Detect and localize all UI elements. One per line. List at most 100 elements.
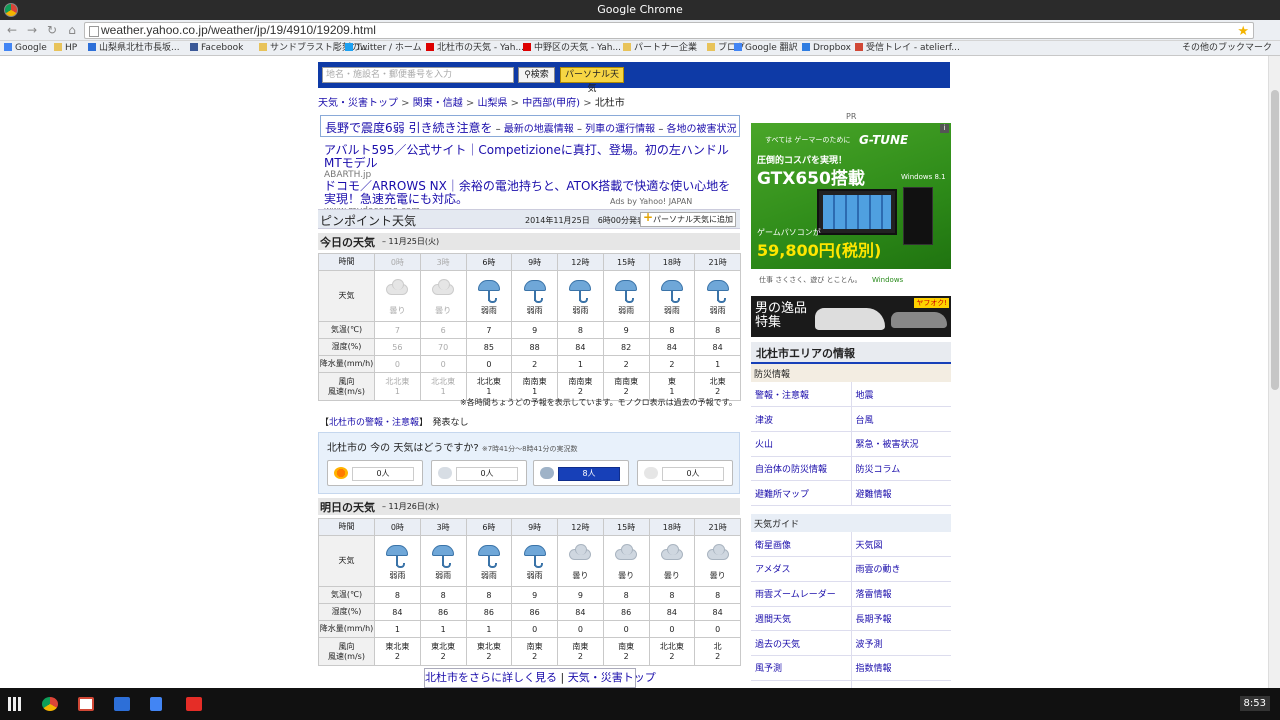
- area-cell: 火山: [751, 431, 852, 457]
- umbrella-icon: [613, 278, 639, 306]
- area-link[interactable]: 雨雲ズームレーダー: [755, 590, 836, 600]
- breadcrumb-link[interactable]: 関東・信越: [413, 98, 463, 109]
- bookmark-item[interactable]: 山梨県北杜市長坂...: [88, 42, 180, 55]
- pinpoint-date: 2014年11月25日 6時00分発表: [525, 216, 645, 225]
- snowy-vote-button[interactable]: 0人: [637, 460, 733, 486]
- area-cell: 自治体の防災情報: [751, 456, 852, 482]
- alert-link-train[interactable]: 列車の運行情報: [585, 124, 655, 135]
- bookmark-item[interactable]: Google 翻訳: [734, 42, 798, 55]
- forecast-cell: 15時: [602, 518, 650, 536]
- forecast-cell: 7: [465, 321, 513, 339]
- ad-info-icon[interactable]: i: [940, 124, 949, 133]
- area-link[interactable]: 避難所マップ: [755, 490, 809, 500]
- area-link[interactable]: 地震: [856, 391, 874, 401]
- chrome-taskbar-icon[interactable]: [42, 697, 58, 711]
- area-link[interactable]: 避難情報: [856, 490, 892, 500]
- breadcrumb-link[interactable]: 山梨県: [478, 98, 508, 109]
- umbrella-icon: [567, 278, 593, 306]
- sunny-vote-button[interactable]: 0人: [327, 460, 423, 486]
- forecast-cell: 北北東 2: [648, 637, 696, 666]
- area-link[interactable]: 防災コラム: [856, 465, 901, 475]
- weather-label: 曇り: [663, 570, 680, 580]
- back-icon[interactable]: ←: [4, 23, 20, 37]
- forecast-cell: 弱雨: [694, 270, 741, 322]
- weather-label: 弱雨: [526, 570, 543, 580]
- forward-icon[interactable]: →: [24, 23, 40, 37]
- bookmark-item[interactable]: 中野区の天気 - Yah...: [523, 42, 621, 55]
- area-link[interactable]: 警報・注意報: [755, 391, 809, 401]
- gtune-banner-ad[interactable]: i すべては ゲーマーのために G-TUNE 圧倒的コスパを実現！ GTX650…: [751, 123, 951, 290]
- area-link[interactable]: アメダス: [755, 565, 791, 575]
- rainy-vote-button[interactable]: 8人: [533, 460, 629, 486]
- youtube-taskbar-icon[interactable]: [186, 697, 202, 711]
- scrollbar-thumb[interactable]: [1271, 90, 1279, 390]
- bookmark-item[interactable]: Google: [4, 42, 47, 55]
- area-link[interactable]: 緊急・被害状況: [856, 440, 919, 450]
- reload-icon[interactable]: ↻: [44, 23, 60, 37]
- bookmark-item[interactable]: パートナー企業: [623, 42, 697, 55]
- forecast-cell: 8: [648, 586, 696, 604]
- area-link[interactable]: 波予測: [856, 640, 883, 650]
- area-link[interactable]: 天気図: [856, 541, 883, 551]
- area-link[interactable]: 火山: [755, 440, 773, 450]
- area-link[interactable]: 津波: [755, 416, 773, 426]
- umbrella-stem: [533, 290, 543, 303]
- row-label: 風向 風速(m/s): [318, 637, 375, 666]
- weather-top-link[interactable]: 天気・災害トップ: [568, 671, 656, 684]
- ad-link-abarth[interactable]: アバルト595／公式サイト｜Competizioneに真打、登場。初の左ハンドル…: [324, 143, 729, 170]
- umbrella-stem: [533, 555, 543, 568]
- area-link[interactable]: 雨雲の動き: [856, 565, 901, 575]
- warning-line: 【北杜市の警報・注意報】 発表なし: [320, 418, 469, 428]
- forecast-cell: 70: [419, 338, 467, 356]
- bookmark-star-icon[interactable]: ★: [1237, 23, 1249, 38]
- bookmark-item[interactable]: Facebook: [190, 42, 243, 55]
- ad-price: 59,800円(税別): [757, 241, 882, 260]
- bookmark-item[interactable]: 北杜市の天気 - Yah...: [426, 42, 524, 55]
- google-search-taskbar-icon[interactable]: [114, 697, 130, 711]
- bookmark-item[interactable]: Twitter / ホーム: [345, 42, 422, 55]
- breadcrumb-link[interactable]: 天気・災害トップ: [318, 98, 398, 109]
- address-bar[interactable]: weather.yahoo.co.jp/weather/jp/19/4910/1…: [84, 22, 1254, 39]
- other-bookmarks[interactable]: その他のブックマーク: [1182, 42, 1272, 55]
- area-link[interactable]: 落雷情報: [856, 590, 892, 600]
- warning-link[interactable]: 北杜市の警報・注意報: [329, 418, 419, 428]
- docs-taskbar-icon[interactable]: [150, 697, 162, 711]
- more-detail-link[interactable]: 北杜市をさらに詳しく見る: [425, 671, 557, 684]
- ad-text: 男の逸品特集: [755, 301, 808, 330]
- personal-weather-button[interactable]: パーソナル天気: [560, 67, 624, 94]
- area-info-title: 北杜市エリアの情報: [751, 342, 951, 364]
- home-icon[interactable]: ⌂: [64, 23, 80, 37]
- area-link[interactable]: 指数情報: [856, 664, 892, 674]
- area-link[interactable]: 衛星画像: [755, 541, 791, 551]
- breadcrumb-link[interactable]: 中西部(甲府): [522, 98, 580, 109]
- bookmark-icon: [54, 43, 62, 51]
- bookmark-item[interactable]: 受信トレイ - atelierf...: [855, 42, 960, 55]
- search-button[interactable]: ⚲検索: [518, 67, 555, 83]
- cloudy-vote-button[interactable]: 0人: [431, 460, 527, 486]
- rain-icon: [540, 467, 554, 479]
- area-link[interactable]: 風予測: [755, 664, 782, 674]
- umbrella-icon: [522, 278, 548, 306]
- area-link[interactable]: 台風: [856, 416, 874, 426]
- alert-link-damage[interactable]: 各地の被害状況: [667, 124, 737, 135]
- app-launcher-icon[interactable]: [8, 697, 22, 711]
- gmail-taskbar-icon[interactable]: [78, 697, 94, 711]
- breadcrumb-separator: >: [398, 98, 413, 109]
- bookmark-item[interactable]: HP: [54, 42, 77, 55]
- area-link[interactable]: 長期予報: [856, 615, 892, 625]
- forecast-cell: 18時: [648, 518, 696, 536]
- area-link[interactable]: 過去の天気: [755, 640, 800, 650]
- area-link[interactable]: 自治体の防災情報: [755, 465, 827, 475]
- alert-title-link[interactable]: 長野で震度6弱 引き続き注意を: [325, 121, 492, 135]
- add-personal-button[interactable]: パーソナル天気に追加: [640, 211, 736, 227]
- auction-banner-ad[interactable]: 男の逸品特集 ヤフオク!: [751, 296, 951, 337]
- yahuoku-badge: ヤフオク!: [914, 298, 949, 308]
- page-scrollbar[interactable]: [1268, 56, 1280, 688]
- area-link[interactable]: 週間天気: [755, 615, 791, 625]
- forecast-cell: 0: [694, 620, 741, 638]
- bookmark-item[interactable]: Dropbox: [802, 42, 851, 55]
- forecast-cell: 9: [557, 586, 604, 604]
- search-input[interactable]: 地名・施設名・郵便番号を入力: [322, 67, 514, 83]
- alert-link-quake[interactable]: 最新の地震情報: [504, 124, 574, 135]
- forecast-cell: 1: [465, 620, 513, 638]
